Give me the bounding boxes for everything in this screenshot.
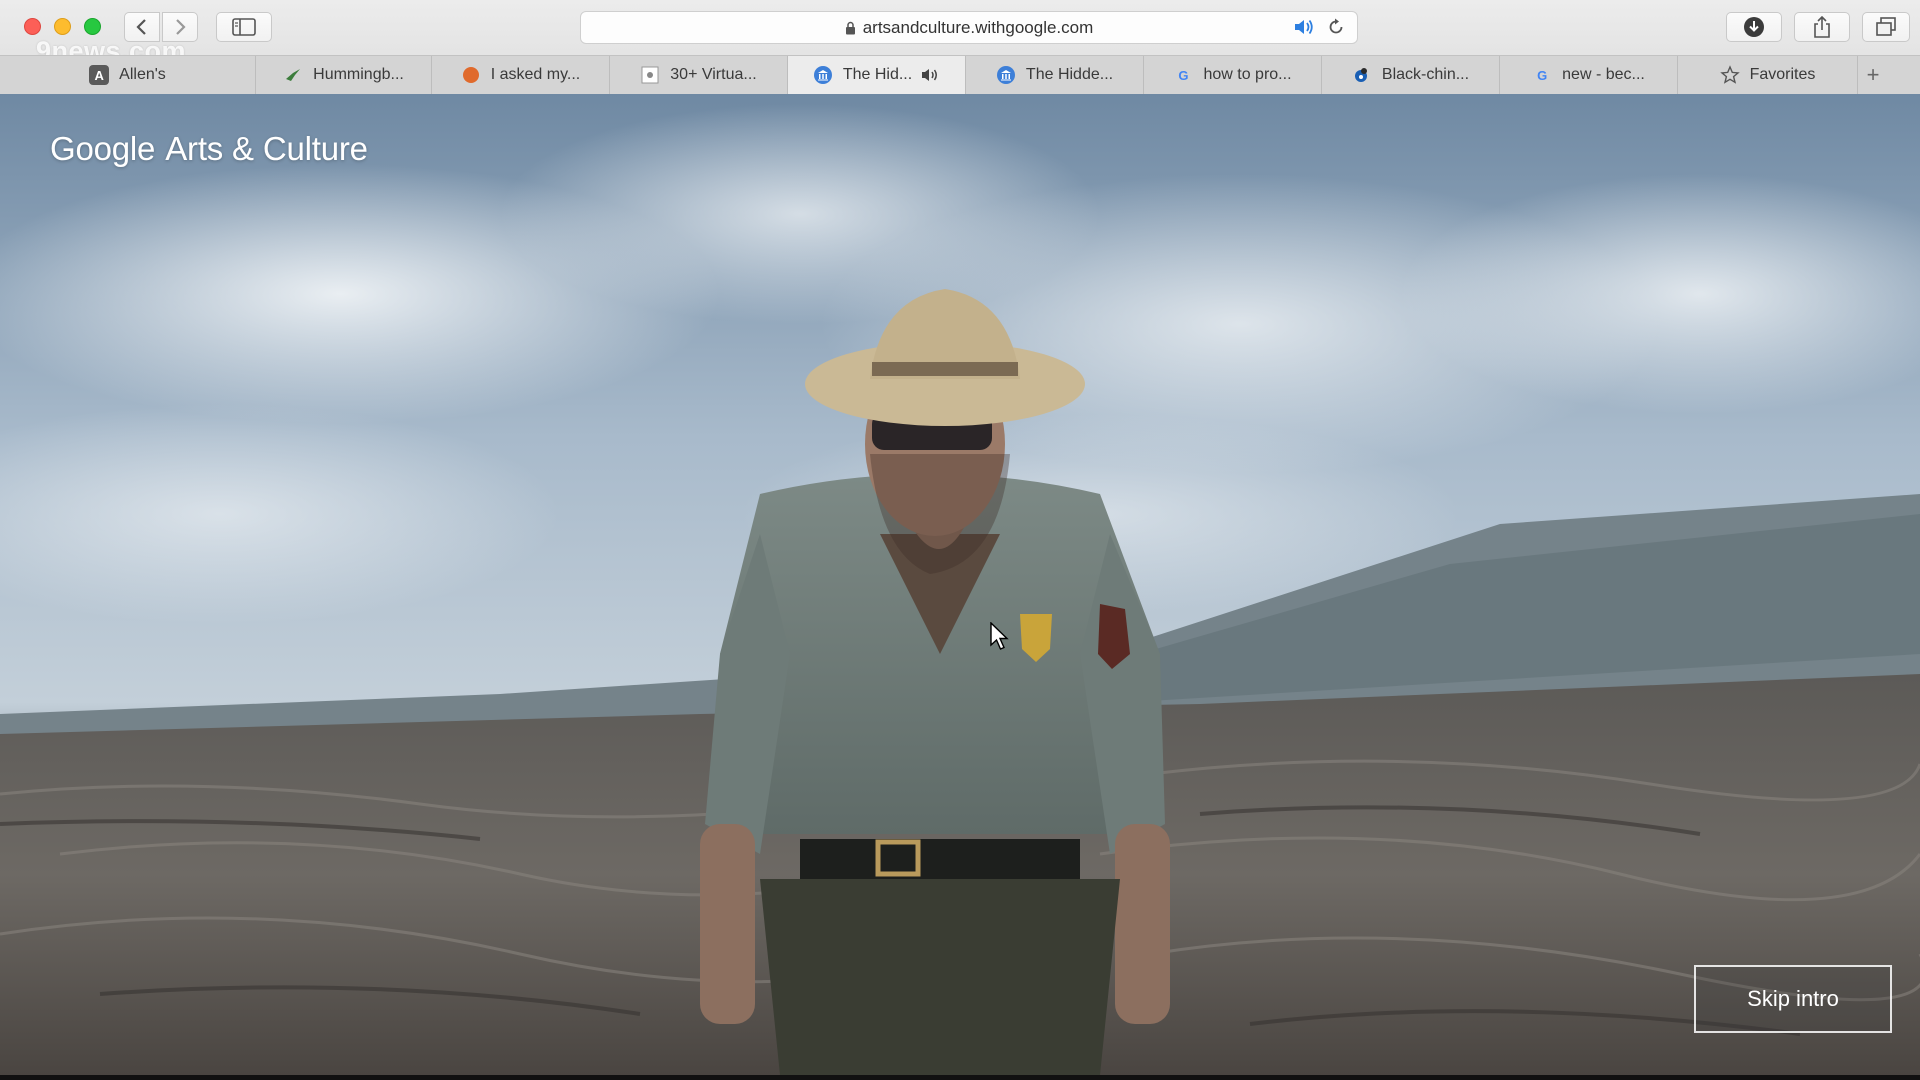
tab-label: 30+ Virtua... [670, 66, 757, 83]
tab-4[interactable]: The Hid... [788, 56, 966, 94]
tab-7[interactable]: Black-chin... [1322, 56, 1500, 94]
tab-overview-button[interactable] [1862, 12, 1910, 42]
tab-bar: A Allen's Hummingb... I asked my... 30+ Virt… [0, 55, 1920, 94]
sidebar-toggle-button[interactable] [216, 12, 272, 42]
intro-video[interactable]: Google Arts & Culture Skip intro [0, 94, 1920, 1075]
chevron-right-icon [176, 19, 186, 35]
orange-dot-icon [461, 65, 481, 85]
tab-3[interactable]: 30+ Virtua... [610, 56, 788, 94]
share-icon [1814, 16, 1830, 38]
address-bar[interactable]: artsandculture.withgoogle.com [580, 11, 1358, 44]
tab-5[interactable]: The Hidde... [966, 56, 1144, 94]
tab-speaker-icon[interactable] [920, 67, 940, 83]
bird-icon [1352, 65, 1372, 85]
skip-intro-button[interactable]: Skip intro [1694, 965, 1892, 1033]
new-tab-button[interactable]: + [1858, 56, 1888, 94]
browser-chrome: 9news.com artsandculture.withgoogle.com [0, 0, 1920, 94]
url-text: artsandculture.withgoogle.com [862, 17, 1094, 37]
tab-1[interactable]: Hummingb... [256, 56, 432, 94]
page-icon [640, 65, 660, 85]
speaker-icon[interactable] [1293, 18, 1315, 41]
tab-overview-icon [1876, 17, 1896, 36]
tab-2[interactable]: I asked my... [432, 56, 610, 94]
favicon-icon: G [1537, 67, 1548, 83]
brand-google: Google [50, 130, 156, 167]
tab-8[interactable]: Gnew - bec... [1500, 56, 1678, 94]
tab-label: Allen's [119, 66, 166, 83]
tab-label: I asked my... [490, 66, 581, 83]
minimize-window-button[interactable] [54, 18, 71, 35]
sidebar-icon [232, 18, 256, 36]
tab-6[interactable]: Ghow to pro... [1144, 56, 1322, 94]
google-arts-culture-logo[interactable]: Google Arts & Culture [50, 130, 368, 168]
intro-video-frame [0, 94, 1920, 1075]
tab-label: Favorites [1749, 66, 1816, 83]
chevron-left-icon [136, 19, 146, 35]
zoom-window-button[interactable] [84, 18, 101, 35]
lock-icon [845, 21, 856, 35]
tab-label: how to pro... [1203, 66, 1292, 83]
forward-button[interactable] [162, 12, 198, 42]
close-window-button[interactable] [24, 18, 41, 35]
brand-arts-culture: Arts & Culture [165, 130, 368, 167]
museum-icon [996, 65, 1016, 85]
share-button[interactable] [1794, 12, 1850, 42]
tab-label: Hummingb... [313, 66, 404, 83]
tab-9[interactable]: Favorites [1678, 56, 1858, 94]
tab-label: The Hidde... [1025, 66, 1114, 83]
reload-icon[interactable] [1327, 18, 1345, 41]
tab-label: new - bec... [1562, 66, 1645, 83]
tab-0[interactable]: A Allen's [0, 56, 256, 94]
museum-icon [813, 65, 833, 85]
mouse-cursor-icon [990, 622, 1009, 650]
tab-label: Black-chin... [1381, 66, 1470, 83]
back-button[interactable] [124, 12, 160, 42]
bottom-edge [0, 1075, 1920, 1080]
favicon-icon: A [89, 65, 110, 85]
tab-label: The Hid... [842, 66, 913, 83]
browser-toolbar: 9news.com artsandculture.withgoogle.com [0, 0, 1920, 66]
downloads-button[interactable] [1726, 12, 1782, 42]
download-icon [1744, 17, 1764, 37]
hummingbird-icon [283, 65, 303, 85]
favicon-icon: G [1178, 67, 1189, 83]
star-icon [1719, 65, 1740, 85]
